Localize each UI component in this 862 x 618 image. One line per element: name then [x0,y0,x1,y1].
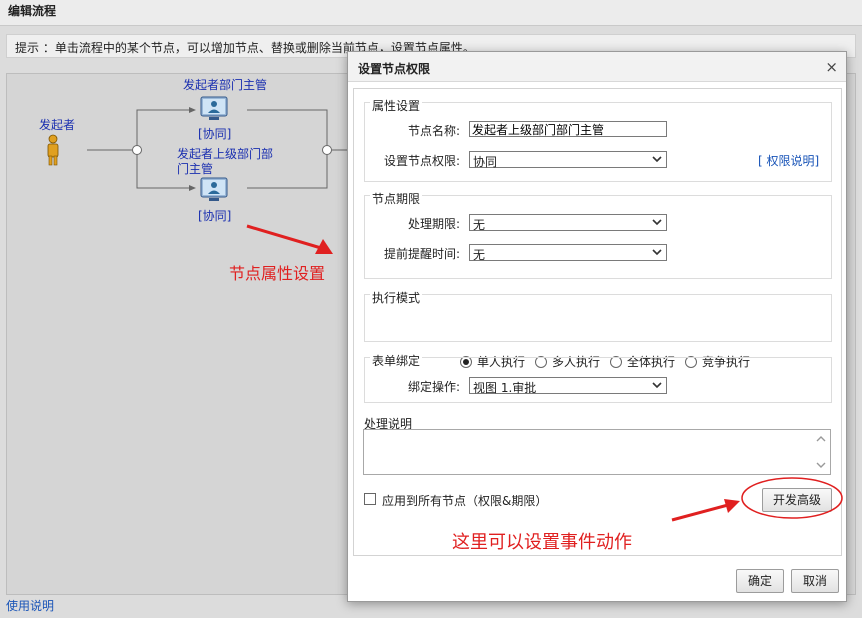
scroll-down-icon[interactable] [815,459,827,471]
permission-label: 设置节点权限: [383,154,460,168]
annotation-node-property: 节点属性设置 [229,264,326,283]
node2-label-line2[interactable]: 门主管 [177,162,213,176]
cancel-button[interactable]: 取消 [791,569,839,593]
chevron-down-icon [652,156,662,163]
red-arrow-icon [246,224,333,254]
permission-value: 协同 [473,155,498,169]
property-section [364,102,832,182]
computer-user-icon[interactable] [200,177,228,203]
annotation-event-action: 这里可以设置事件动作 [452,532,632,553]
usage-help-link[interactable]: 使用说明 [6,597,54,614]
apply-all-checkbox[interactable] [364,493,376,505]
red-highlight-ellipse [741,477,843,519]
deadline-select[interactable]: 无 [469,214,667,232]
property-legend: 属性设置 [370,97,423,114]
ok-button[interactable]: 确定 [736,569,784,593]
node-name-label: 节点名称: [407,124,460,138]
chevron-down-icon [652,249,662,256]
bind-select[interactable]: 视图 1.审批 [469,377,667,395]
window-title: 编辑流程 [8,4,57,18]
remind-select[interactable]: 无 [469,244,667,262]
deadline-legend: 节点期限 [370,190,423,207]
person-icon[interactable] [45,134,61,166]
scroll-up-icon[interactable] [815,433,827,445]
window-title-bar: 编辑流程 [0,0,862,26]
chevron-down-icon [652,219,662,226]
remind-value: 无 [473,248,486,262]
execution-mode-legend: 执行模式 [370,289,423,306]
initiator-label[interactable]: 发起者 [39,118,75,132]
node2-label-line1[interactable]: 发起者上级部门部 [177,147,273,161]
node-permission-dialog: 设置节点权限 × 属性设置 节点名称: 设置节点权限: 协同 [ 权限说明] 节… [347,51,847,602]
execution-mode-section [364,294,832,342]
apply-all-label[interactable]: 应用到所有节点（权限&期限） [382,492,547,509]
form-binding-legend: 表单绑定 [370,352,423,369]
node-name-input[interactable] [469,121,667,137]
bind-value: 视图 1.审批 [473,381,537,395]
dialog-title-bar: 设置节点权限 × [348,52,846,82]
remind-label: 提前提醒时间: [383,247,460,261]
deadline-value: 无 [473,218,486,232]
bind-label: 绑定操作: [407,380,460,394]
chevron-down-icon [652,382,662,389]
computer-user-icon[interactable] [200,96,228,122]
deadline-label: 处理期限: [407,217,460,231]
deadline-section [364,195,832,279]
red-arrow-icon [671,499,740,522]
permission-help-link[interactable]: [ 权限说明] [758,152,819,169]
node2-tag: [协同] [198,209,232,223]
close-icon[interactable]: × [825,58,838,76]
permission-select[interactable]: 协同 [469,151,667,169]
node1-tag: [协同] [198,127,232,141]
dialog-title: 设置节点权限 [358,62,431,76]
note-textarea[interactable] [363,429,831,475]
node1-label[interactable]: 发起者部门主管 [183,78,267,92]
